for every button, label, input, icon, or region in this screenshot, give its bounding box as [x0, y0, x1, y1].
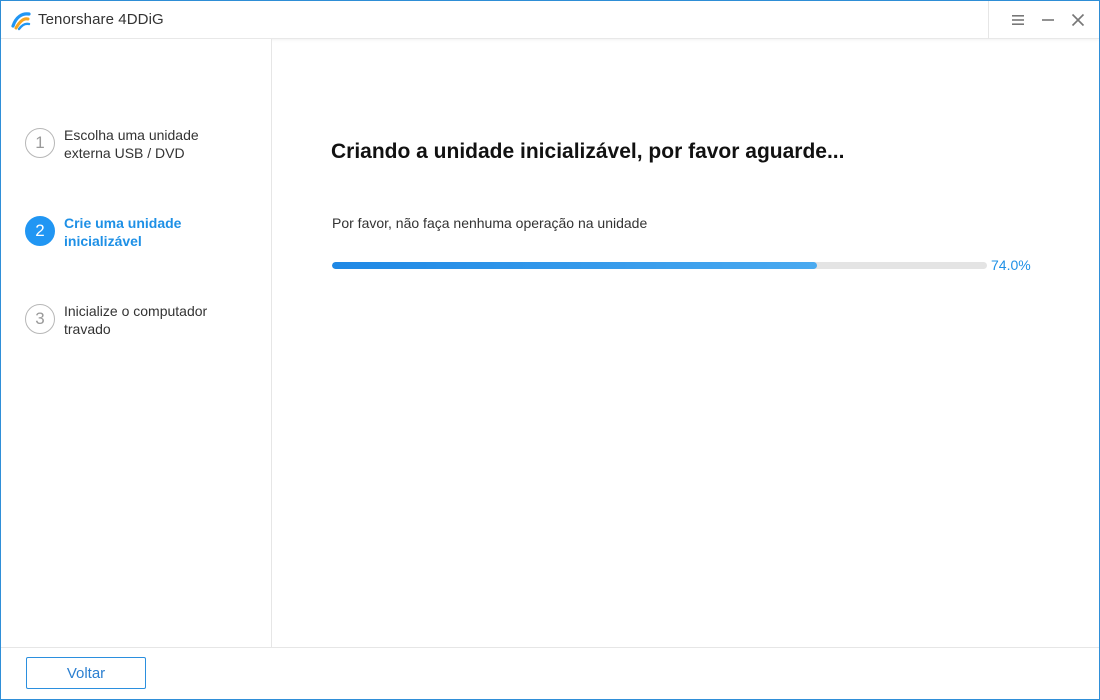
close-icon: [1071, 13, 1085, 27]
progress-fill: [332, 262, 817, 269]
progress-percent: 74.0%: [991, 257, 1031, 273]
back-button[interactable]: Voltar: [26, 657, 146, 689]
step-label: Escolha uma unidade externa USB / DVD: [64, 127, 199, 161]
step-number: 3: [25, 304, 55, 334]
window-controls: [988, 1, 1099, 39]
step-2: 2 Crie uma unidade inicializável: [25, 214, 214, 250]
title-divider: [988, 1, 989, 39]
main-panel: Criando a unidade inicializável, por fav…: [273, 39, 1099, 647]
step-3: 3 Inicialize o computador travado: [25, 302, 234, 338]
close-button[interactable]: [1063, 1, 1093, 39]
menu-button[interactable]: [1003, 1, 1033, 39]
step-label: Crie uma unidade inicializável: [64, 215, 182, 249]
step-1: 1 Escolha uma unidade externa USB / DVD: [25, 126, 234, 162]
footer: Voltar: [1, 647, 1099, 699]
minimize-icon: [1042, 19, 1054, 21]
hamburger-menu-icon: [1012, 15, 1024, 25]
steps-sidebar: 1 Escolha uma unidade externa USB / DVD …: [1, 39, 272, 647]
step-number: 2: [25, 216, 55, 246]
tenorshare-logo-icon: [11, 12, 31, 31]
app-window: Tenorshare 4DDiG 1 Escolha uma unidade e…: [0, 0, 1100, 700]
step-label: Inicialize o computador travado: [64, 303, 208, 337]
page-title: Criando a unidade inicializável, por fav…: [331, 140, 845, 163]
step-number: 1: [25, 128, 55, 158]
progress-bar: [332, 262, 987, 269]
warning-text: Por favor, não faça nenhuma operação na …: [332, 215, 648, 231]
title-bar[interactable]: Tenorshare 4DDiG: [1, 1, 1099, 39]
app-title: Tenorshare 4DDiG: [38, 11, 164, 28]
minimize-button[interactable]: [1033, 1, 1063, 39]
